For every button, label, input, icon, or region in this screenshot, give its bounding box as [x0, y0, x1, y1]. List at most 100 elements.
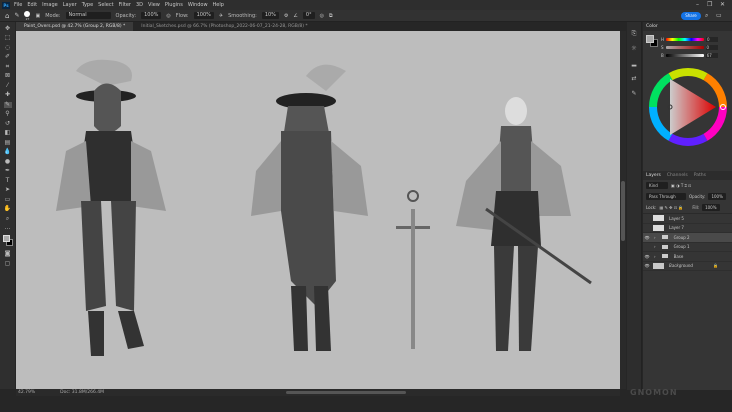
layer-row[interactable]: 👁 Background 🔒	[643, 262, 732, 271]
home-icon[interactable]: ⌂	[5, 12, 9, 20]
pressure-opacity-icon[interactable]: ◎	[166, 13, 170, 19]
quick-mask-icon[interactable]: ◙	[4, 251, 12, 257]
lock-icons[interactable]: ▦ ✎ ✥ ⊡ 🔒	[659, 205, 683, 210]
eraser-icon[interactable]: ◧	[4, 130, 12, 136]
pressure-size-icon[interactable]: ◎	[320, 13, 324, 19]
chevron-right-icon[interactable]: ›	[654, 244, 656, 249]
layer-row[interactable]: 👁 › Base	[643, 252, 732, 262]
eyedropper-icon[interactable]: ⁄	[4, 82, 12, 89]
search-icon[interactable]: ⌕	[705, 12, 708, 20]
properties-panel-icon[interactable]: ⇄	[630, 75, 638, 82]
clone-stamp-icon[interactable]: ⚲	[4, 111, 12, 117]
gradient-icon[interactable]: ▤	[4, 139, 12, 146]
color-swatches[interactable]	[3, 235, 13, 247]
more-tools-icon[interactable]: …	[4, 225, 12, 231]
history-panel-icon[interactable]: ⎘	[630, 30, 638, 37]
layer-row[interactable]: Layer 5	[643, 214, 732, 224]
angle-field[interactable]: 0°	[302, 12, 315, 19]
fill-field[interactable]: 100%	[702, 204, 720, 211]
brush-tool-icon[interactable]: ✎	[14, 12, 19, 19]
tab-layers[interactable]: Layers	[646, 173, 661, 178]
marquee-tool-icon[interactable]: ⬚	[4, 35, 12, 41]
type-tool-icon[interactable]: T	[4, 177, 12, 184]
screen-mode-icon[interactable]: ▢	[4, 260, 12, 267]
menu-image[interactable]: Image	[42, 2, 58, 8]
chevron-right-icon[interactable]: ›	[654, 235, 656, 240]
share-button[interactable]: Share	[681, 12, 701, 20]
filter-icons[interactable]: ▣ ◑ T ⌗ ⊡	[671, 183, 691, 188]
vertical-scrollbar[interactable]	[620, 31, 626, 389]
smoothing-field[interactable]: 10%	[261, 12, 279, 19]
rectangle-tool-icon[interactable]: ▭	[4, 196, 12, 203]
menu-select[interactable]: Select	[98, 2, 113, 8]
opacity-field[interactable]: 100%	[141, 12, 162, 19]
eye-icon[interactable]: 👁	[643, 263, 651, 268]
menu-help[interactable]: Help	[213, 2, 224, 8]
menu-view[interactable]: View	[148, 2, 160, 8]
saturation-slider[interactable]	[665, 46, 704, 49]
close-icon[interactable]: ✕	[720, 1, 725, 8]
menu-plugins[interactable]: Plugins	[165, 2, 183, 8]
airbrush-icon[interactable]: ✈	[219, 13, 223, 19]
mode-select[interactable]: Normal	[65, 12, 111, 19]
hue-value[interactable]: 0	[706, 37, 719, 42]
blend-mode-select[interactable]: Pass Through	[646, 193, 686, 200]
healing-brush-icon[interactable]: ✚	[4, 92, 12, 98]
menu-edit[interactable]: Edit	[27, 2, 37, 8]
lasso-tool-icon[interactable]: ◌	[4, 44, 12, 51]
tab-channels[interactable]: Channels	[667, 173, 688, 178]
menu-filter[interactable]: Filter	[119, 2, 131, 8]
zoom-level[interactable]: 42.79%	[18, 390, 35, 395]
frame-tool-icon[interactable]: ⊠	[4, 73, 12, 79]
workspace-icon[interactable]: ▭	[716, 12, 722, 19]
color-panel-title[interactable]: Color	[646, 24, 658, 29]
blur-icon[interactable]: 💧	[4, 149, 12, 155]
menu-window[interactable]: Window	[188, 2, 208, 8]
brush-tool-icon[interactable]: ✎	[3, 101, 12, 108]
path-select-icon[interactable]: ➤	[4, 187, 12, 193]
document-canvas[interactable]	[16, 31, 620, 389]
color-wheel[interactable]	[648, 67, 728, 147]
zoom-tool-icon[interactable]: ⌕	[4, 215, 12, 222]
layer-filter-select[interactable]: Kind	[646, 182, 668, 189]
tab-paint-overs[interactable]: Paint_Overs.psd @ 42.7% (Group 2, RGB/8)…	[16, 22, 134, 31]
layer-opacity-field[interactable]: 100%	[708, 193, 726, 200]
flow-field[interactable]: 100%	[193, 12, 214, 19]
eye-icon[interactable]: 👁	[643, 235, 651, 240]
layer-row-selected[interactable]: 👁 › Group 2	[643, 233, 732, 243]
move-tool-icon[interactable]: ✥	[4, 25, 12, 32]
pen-tool-icon[interactable]: ✒	[4, 168, 12, 174]
layer-row[interactable]: Layer 7	[643, 224, 732, 233]
hand-tool-icon[interactable]: ✋	[4, 206, 12, 212]
horizontal-scrollbar[interactable]	[286, 391, 406, 394]
brush-settings-icon[interactable]: ▣	[35, 13, 40, 19]
brush-preset-picker[interactable]: 27	[24, 10, 31, 21]
brush-panel-icon[interactable]: ✎	[630, 90, 638, 97]
crop-tool-icon[interactable]: ⌗	[4, 63, 12, 70]
layer-row[interactable]: › Group 1	[643, 243, 732, 252]
menu-3d[interactable]: 3D	[136, 2, 143, 8]
saturation-value[interactable]: 0	[705, 45, 718, 50]
color-panel: Color H 0 S 0 B 67	[643, 22, 732, 171]
chevron-right-icon[interactable]: ›	[654, 254, 656, 259]
eye-icon[interactable]: 👁	[643, 254, 651, 259]
tab-paths[interactable]: Paths	[694, 173, 706, 178]
symmetry-icon[interactable]: ⧉	[329, 13, 333, 19]
menu-type[interactable]: Type	[82, 2, 93, 8]
menu-file[interactable]: File	[14, 2, 22, 8]
dodge-icon[interactable]: ●	[4, 158, 12, 165]
histogram-panel-icon[interactable]: ▂	[630, 60, 638, 67]
adjustments-panel-icon[interactable]: ☼	[630, 45, 638, 52]
menu-layer[interactable]: Layer	[63, 2, 77, 8]
minimize-icon[interactable]: –	[696, 1, 699, 8]
brightness-value[interactable]: 67	[705, 53, 718, 58]
history-brush-icon[interactable]: ↺	[4, 120, 12, 127]
restore-icon[interactable]: ❐	[707, 1, 712, 8]
smoothing-settings-icon[interactable]: ⚙	[284, 13, 288, 19]
hue-slider[interactable]	[666, 38, 705, 41]
brightness-slider[interactable]	[665, 54, 704, 57]
layer-name: Base	[673, 253, 684, 259]
background-swatch[interactable]	[646, 35, 654, 43]
quick-select-icon[interactable]: ✐	[4, 54, 12, 60]
tab-initial-sketches[interactable]: Initial_Sketches.psd @ 66.7% (Photoshop_…	[133, 22, 315, 31]
